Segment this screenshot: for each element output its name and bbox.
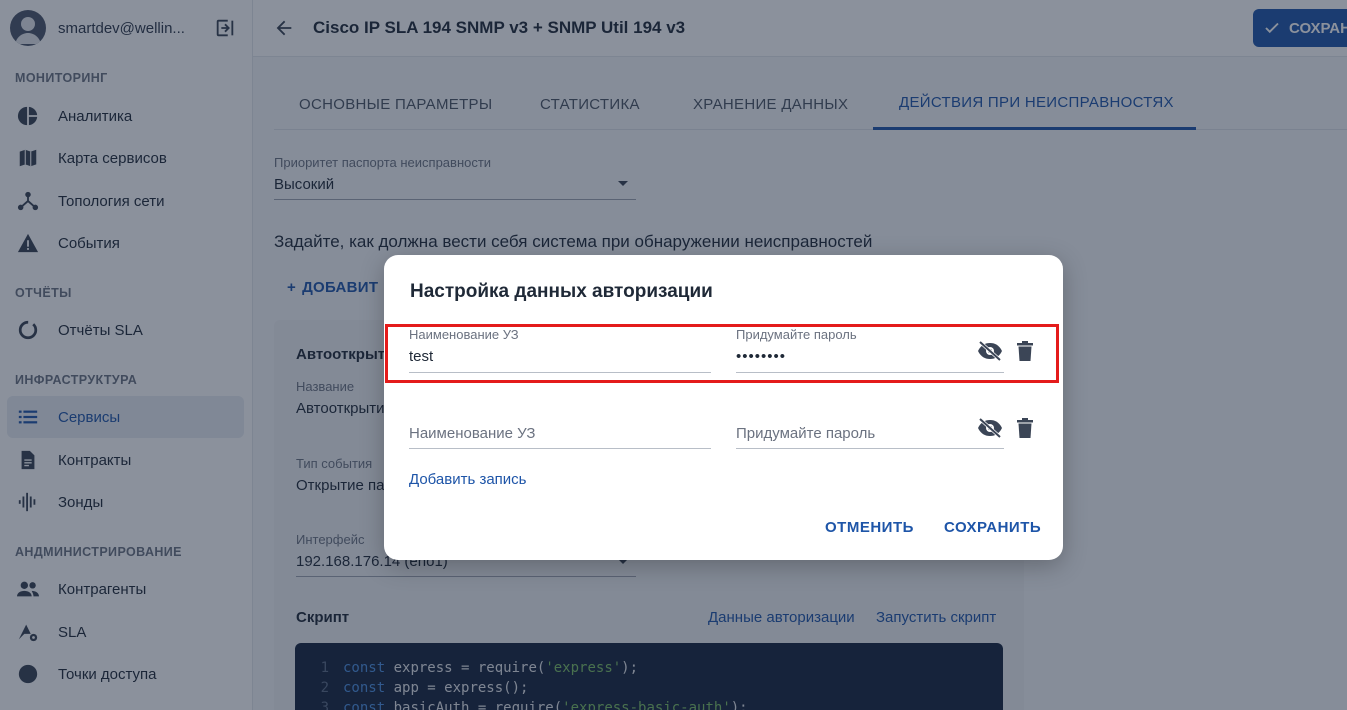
cancel-button[interactable]: ОТМЕНИТЬ: [825, 519, 914, 536]
account-name-underline: [409, 448, 711, 449]
password-input-empty[interactable]: Придумайте пароль: [736, 425, 875, 442]
dialog-title: Настройка данных авторизации: [410, 281, 713, 302]
password-underline: [736, 448, 1004, 449]
highlight-box: [385, 324, 1059, 383]
eye-off-icon[interactable]: [977, 415, 1003, 441]
account-name-input-empty[interactable]: Наименование УЗ: [409, 425, 535, 442]
save-dialog-button[interactable]: СОХРАНИТЬ: [944, 519, 1041, 536]
add-record-link[interactable]: Добавить запись: [409, 471, 527, 488]
trash-icon[interactable]: [1012, 415, 1038, 441]
auth-settings-dialog: Настройка данных авторизации Наименовани…: [384, 255, 1063, 560]
